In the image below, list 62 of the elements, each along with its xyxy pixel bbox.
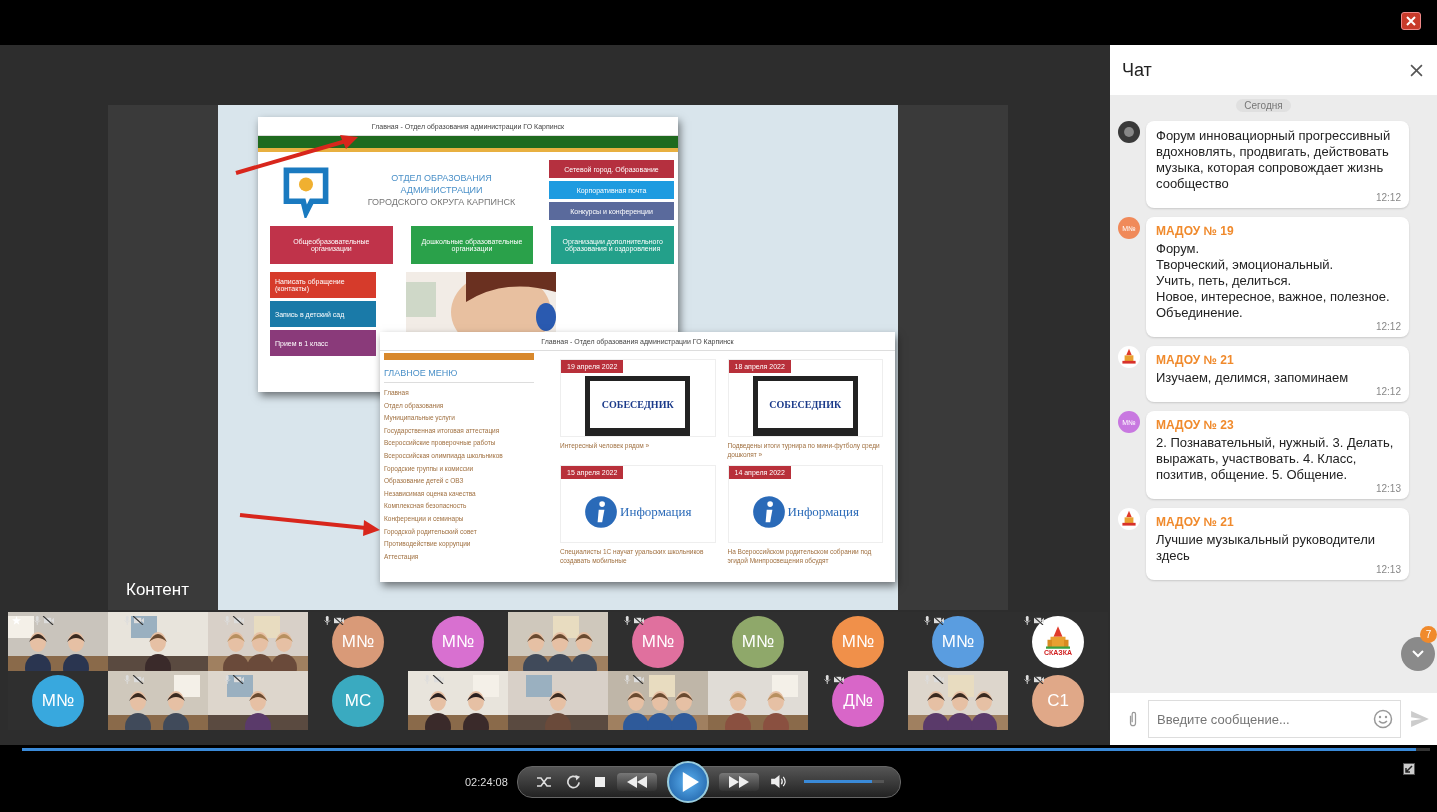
info-icon	[751, 495, 786, 529]
playback-time: 02:24:08	[465, 775, 509, 788]
scroll-down-button[interactable]	[1401, 637, 1435, 671]
play-button[interactable]	[667, 760, 709, 803]
info-label: Информация	[787, 504, 859, 520]
participant-avatar: С1	[1032, 674, 1084, 727]
switch-view-icon	[1403, 763, 1415, 775]
emblem-icon	[1118, 121, 1140, 143]
message-time: 12:12	[1375, 386, 1401, 397]
date-chip: Сегодня	[1236, 99, 1291, 112]
chat-title: Чат	[1122, 59, 1152, 81]
repeat-icon	[566, 774, 581, 789]
message-field[interactable]: Введите сообщение...	[1148, 700, 1401, 738]
rewind-icon	[627, 775, 647, 788]
monitor-screen: СОБЕСЕДНИК	[585, 376, 691, 436]
message-text: Форум инновациорный прогрессивный вдохновлять, продвигать, действовать музыка, которая сопровождает жизнь сообщество	[1156, 128, 1392, 192]
organization-heading: ОТДЕЛ ОБРАЗОВАНИЯ АДМИНИСТРАЦИИ ГОРОДСКОГО ОКРУГА КАРПИНСК	[366, 172, 517, 208]
close-icon	[1410, 63, 1423, 77]
message-time: 12:13	[1375, 564, 1401, 575]
participant-avatar: М№	[632, 615, 684, 668]
shuffle-icon	[536, 774, 552, 789]
switch-view-button[interactable]	[1403, 763, 1415, 775]
close-icon	[1405, 15, 1417, 27]
paperclip-icon[interactable]	[1128, 710, 1138, 728]
participant-avatar: М№	[332, 615, 384, 668]
unread-badge: 7	[1420, 626, 1437, 643]
sender-name: МАДОУ № 21	[1156, 353, 1235, 367]
castle-icon	[1118, 508, 1140, 530]
participant-avatar: М№	[932, 615, 984, 668]
message-time: 12:13	[1375, 483, 1401, 494]
participant-avatar: МС	[332, 674, 384, 727]
participant-avatar: М№	[832, 615, 884, 668]
menu-title: ГЛАВНОЕ МЕНЮ	[384, 360, 534, 383]
chevron-down-icon	[1411, 649, 1425, 659]
stop-icon	[595, 776, 605, 787]
message-time: 12:12	[1375, 192, 1401, 203]
fast-forward-icon	[729, 775, 749, 788]
info-label: Информация	[620, 504, 692, 520]
participant-avatar: М№	[32, 674, 84, 727]
message-text: 2. Познавательный, нужный. 3. Делать, выражать, участвовать. 4. Класс, позитив, общение. 5. Общение.	[1156, 435, 1395, 483]
repeat-button[interactable]	[564, 772, 583, 791]
message-text: Изучаем, делимся, запоминаем	[1156, 370, 1350, 386]
close-button[interactable]	[1401, 12, 1421, 30]
message-time: 12:12	[1375, 321, 1401, 332]
speaker-icon	[771, 775, 788, 788]
sender-name: МАДОУ № 23	[1156, 418, 1235, 432]
rewind-button[interactable]	[617, 772, 657, 791]
emoji-icon[interactable]	[1373, 709, 1393, 729]
sender-name: МАДОУ № 19	[1156, 224, 1235, 238]
castle-icon	[1043, 626, 1073, 649]
info-icon	[584, 495, 619, 529]
fast-forward-button[interactable]	[719, 772, 759, 791]
stop-button[interactable]	[593, 774, 607, 789]
participant-avatar: М№	[732, 615, 784, 668]
play-icon	[681, 771, 699, 792]
sender-name: МАДОУ № 21	[1156, 515, 1235, 529]
message-text: Лучшие музыкальный руководители здесь	[1156, 532, 1376, 564]
participant-avatar: Д№	[832, 674, 884, 727]
message-text: Форум. Творческий, эмоциональный. Учить, петь, делиться. Новое, интересное, важное, полезное. Объединение.	[1156, 241, 1391, 321]
castle-icon	[1118, 346, 1140, 368]
monitor-screen: СОБЕСЕДНИК	[752, 376, 858, 436]
participant-avatar: М№	[432, 615, 484, 668]
